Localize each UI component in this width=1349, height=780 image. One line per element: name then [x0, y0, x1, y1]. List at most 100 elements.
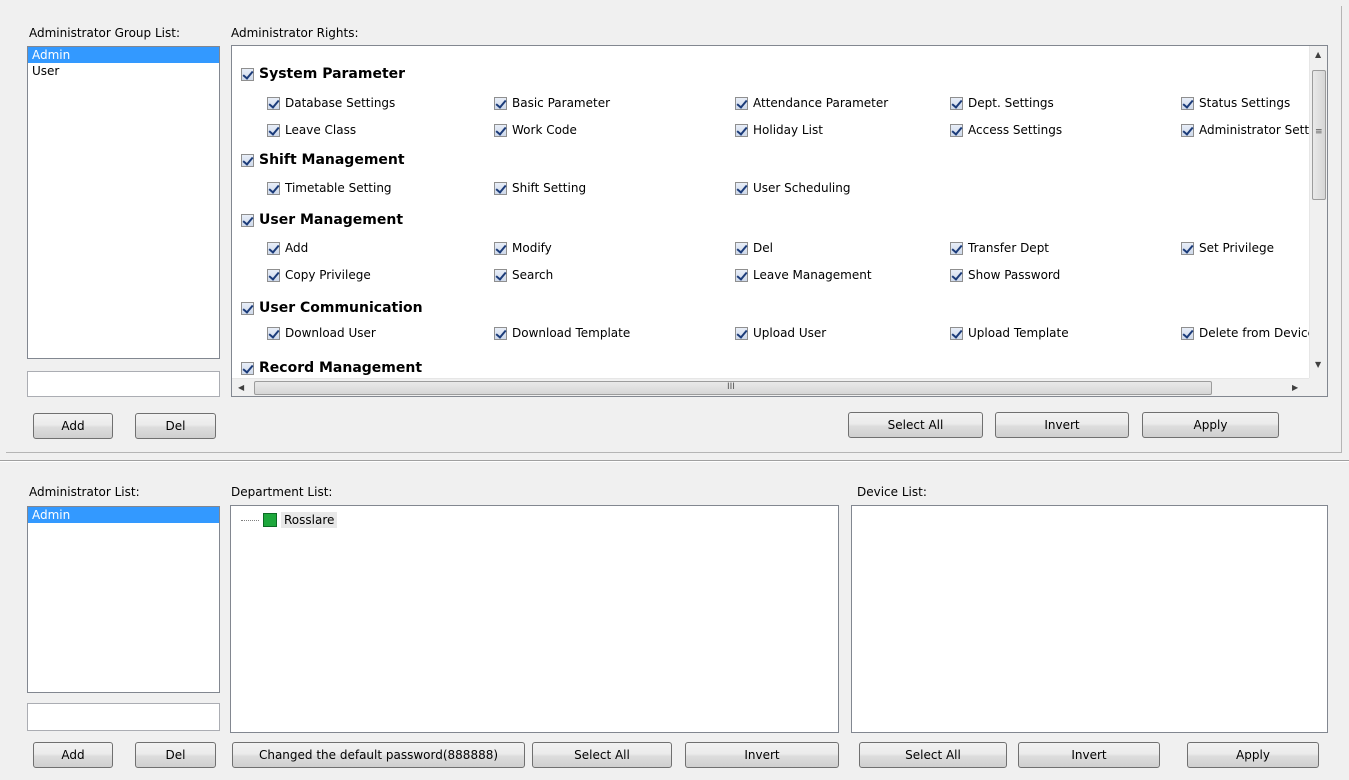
group-name-input[interactable] — [27, 371, 220, 397]
dept-invert-button[interactable]: Invert — [685, 742, 839, 768]
checkbox[interactable] — [267, 268, 280, 282]
right-administrator-settings[interactable]: Administrator Settings — [1181, 120, 1310, 140]
right-database-settings[interactable]: Database Settings — [267, 93, 395, 113]
checkbox[interactable] — [735, 181, 748, 195]
device-select-all-button[interactable]: Select All — [859, 742, 1007, 768]
right-set-privilege[interactable]: Set Privilege — [1181, 238, 1274, 258]
checkbox[interactable] — [735, 326, 748, 340]
checkbox[interactable] — [241, 213, 254, 227]
dept-select-all-button[interactable]: Select All — [532, 742, 672, 768]
checkbox[interactable] — [735, 241, 748, 255]
checkbox[interactable] — [494, 268, 507, 282]
right-copy-privilege[interactable]: Copy Privilege — [267, 265, 371, 285]
list-item-user[interactable]: User — [28, 63, 219, 79]
checkbox[interactable] — [494, 181, 507, 195]
checkbox[interactable] — [1181, 123, 1194, 137]
change-password-button[interactable]: Changed the default password(888888) — [232, 742, 525, 768]
right-holiday-list[interactable]: Holiday List — [735, 120, 823, 140]
checkbox[interactable] — [950, 123, 963, 137]
list-item-admin[interactable]: Admin — [28, 47, 219, 63]
checkbox[interactable] — [735, 268, 748, 282]
checkbox[interactable] — [1181, 241, 1194, 255]
department-tree[interactable]: Rosslare — [230, 505, 839, 733]
checkbox[interactable] — [950, 268, 963, 282]
rights-invert-button[interactable]: Invert — [995, 412, 1129, 438]
scroll-up-arrow-icon[interactable]: ▲ — [1315, 50, 1321, 59]
right-work-code[interactable]: Work Code — [494, 120, 577, 140]
right-attendance-parameter[interactable]: Attendance Parameter — [735, 93, 888, 113]
device-apply-button[interactable]: Apply — [1187, 742, 1319, 768]
right-timetable-setting[interactable]: Timetable Setting — [267, 178, 392, 198]
rights-content: System Parameter Database Settings Basic… — [232, 46, 1310, 379]
group-del-button[interactable]: Del — [135, 413, 216, 439]
right-search[interactable]: Search — [494, 265, 553, 285]
right-show-password[interactable]: Show Password — [950, 265, 1060, 285]
right-modify[interactable]: Modify — [494, 238, 552, 258]
admin-rights-panel[interactable]: System Parameter Database Settings Basic… — [231, 45, 1328, 397]
checkbox[interactable] — [735, 96, 748, 110]
checkbox[interactable] — [267, 241, 280, 255]
admin-list[interactable]: Admin — [27, 506, 220, 693]
group-shift-management[interactable]: Shift Management — [241, 150, 405, 170]
group-system-parameter[interactable]: System Parameter — [241, 64, 405, 84]
right-add[interactable]: Add — [267, 238, 308, 258]
tree-node-label[interactable]: Rosslare — [281, 512, 338, 528]
device-invert-button[interactable]: Invert — [1018, 742, 1160, 768]
rights-select-all-button[interactable]: Select All — [848, 412, 983, 438]
checkbox[interactable] — [241, 67, 254, 81]
checkbox[interactable] — [950, 96, 963, 110]
right-user-scheduling[interactable]: User Scheduling — [735, 178, 850, 198]
right-access-settings[interactable]: Access Settings — [950, 120, 1062, 140]
right-upload-user[interactable]: Upload User — [735, 323, 826, 343]
right-del[interactable]: Del — [735, 238, 773, 258]
checkbox[interactable] — [267, 96, 280, 110]
checkbox[interactable] — [267, 181, 280, 195]
checkbox[interactable] — [735, 123, 748, 137]
scroll-left-arrow-icon[interactable]: ◀ — [238, 383, 244, 392]
group-user-communication[interactable]: User Communication — [241, 298, 423, 318]
group-add-button[interactable]: Add — [33, 413, 113, 439]
admin-name-input[interactable] — [27, 703, 220, 731]
admin-group-list[interactable]: Admin User — [27, 46, 220, 359]
right-label: Transfer Dept — [968, 241, 1050, 255]
checkbox[interactable] — [494, 241, 507, 255]
right-basic-parameter[interactable]: Basic Parameter — [494, 93, 610, 113]
list-item-admin[interactable]: Admin — [28, 507, 219, 523]
checkbox[interactable] — [267, 123, 280, 137]
right-download-user[interactable]: Download User — [267, 323, 376, 343]
checkbox[interactable] — [267, 326, 280, 340]
horizontal-scroll-thumb[interactable]: III — [254, 381, 1212, 395]
checkbox[interactable] — [950, 241, 963, 255]
scroll-down-arrow-icon[interactable]: ▼ — [1315, 360, 1321, 369]
checkbox[interactable] — [241, 361, 254, 375]
rights-apply-button[interactable]: Apply — [1142, 412, 1279, 438]
device-list[interactable] — [851, 505, 1328, 733]
right-label: Access Settings — [968, 123, 1063, 137]
right-status-settings[interactable]: Status Settings — [1181, 93, 1290, 113]
checkbox[interactable] — [494, 96, 507, 110]
tree-node-rosslare[interactable]: Rosslare — [241, 511, 338, 529]
checkbox[interactable] — [241, 153, 254, 167]
right-leave-class[interactable]: Leave Class — [267, 120, 356, 140]
right-leave-management[interactable]: Leave Management — [735, 265, 872, 285]
checkbox[interactable] — [1181, 96, 1194, 110]
right-shift-setting[interactable]: Shift Setting — [494, 178, 586, 198]
vertical-scroll-thumb[interactable]: ≡ — [1312, 70, 1326, 200]
horizontal-scrollbar[interactable]: ◀ III ▶ — [232, 378, 1310, 396]
right-transfer-dept[interactable]: Transfer Dept — [950, 238, 1049, 258]
scroll-right-arrow-icon[interactable]: ▶ — [1292, 383, 1298, 392]
right-delete-from-device[interactable]: Delete from Device — [1181, 323, 1310, 343]
checkbox[interactable] — [494, 326, 507, 340]
checkbox[interactable] — [950, 326, 963, 340]
checkbox[interactable] — [241, 301, 254, 315]
admin-del-button[interactable]: Del — [135, 742, 216, 768]
vertical-scrollbar[interactable]: ▲ ≡ ▼ — [1309, 46, 1327, 379]
group-record-management[interactable]: Record Management — [241, 358, 422, 378]
right-upload-template[interactable]: Upload Template — [950, 323, 1069, 343]
group-user-management[interactable]: User Management — [241, 210, 403, 230]
admin-add-button[interactable]: Add — [33, 742, 113, 768]
checkbox[interactable] — [1181, 326, 1194, 340]
checkbox[interactable] — [494, 123, 507, 137]
right-dept-settings[interactable]: Dept. Settings — [950, 93, 1054, 113]
right-download-template[interactable]: Download Template — [494, 323, 630, 343]
